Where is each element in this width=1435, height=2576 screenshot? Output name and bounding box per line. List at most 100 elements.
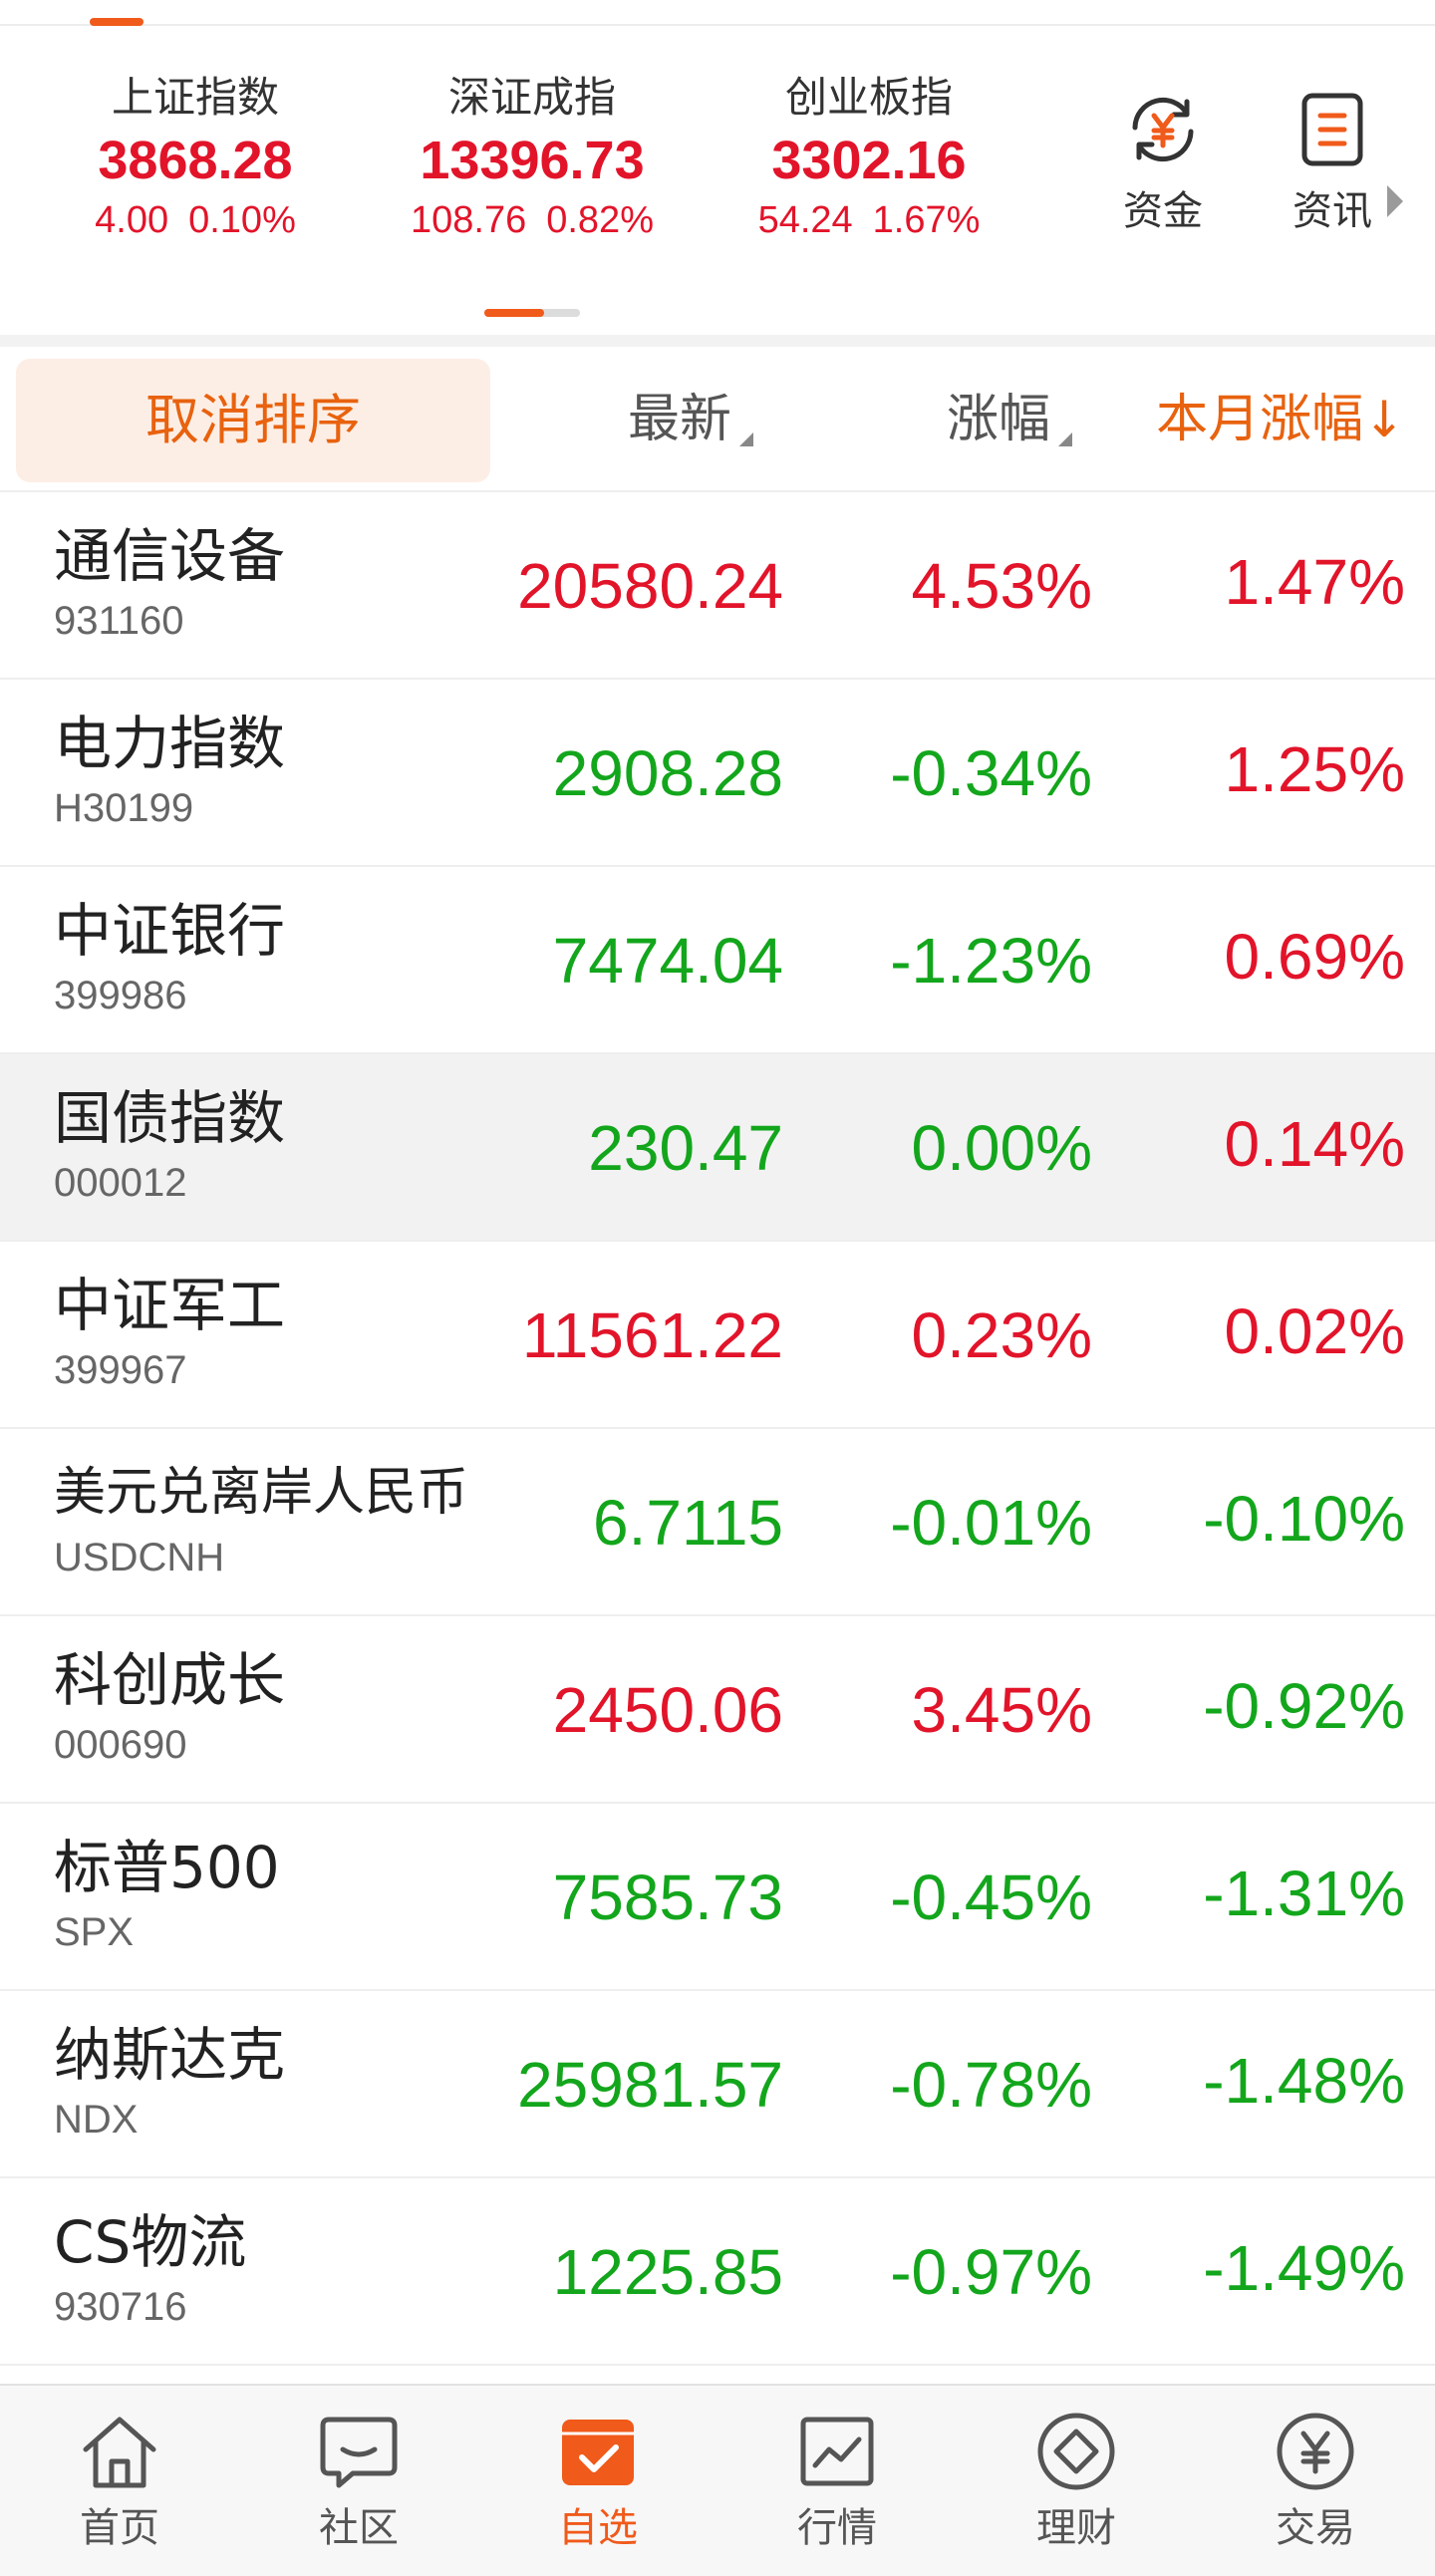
security-name: 科创成长 bbox=[54, 1646, 286, 1714]
table-row[interactable]: 中证军工 399967 11561.22 0.23% 0.02% bbox=[0, 1242, 1435, 1429]
sort-month-change-button[interactable]: 本月涨幅↓ bbox=[1096, 347, 1405, 492]
table-row[interactable]: 美元兑离岸人民币 USDCNH 6.7115 -0.01% -0.10% bbox=[0, 1429, 1435, 1616]
index-value: 13396.73 bbox=[420, 131, 645, 190]
table-row[interactable]: 中证银行 399986 7474.04 -1.23% 0.69% bbox=[0, 867, 1435, 1054]
sort-triangle-icon bbox=[1058, 432, 1072, 446]
latest-price: 6.7115 bbox=[593, 1487, 783, 1559]
security-code: NDX bbox=[54, 2098, 139, 2142]
index-change-pct: 1.67% bbox=[872, 199, 981, 241]
tab-wealth[interactable]: 理财 bbox=[997, 2412, 1156, 2553]
sort-month-label: 本月涨幅 bbox=[1156, 390, 1364, 449]
tab-trade[interactable]: 交易 bbox=[1236, 2412, 1395, 2553]
tab-watchlist[interactable]: 自选 bbox=[518, 2412, 678, 2553]
index-card-shenzhen[interactable]: 深证成指 13396.73 108.76 0.82% bbox=[373, 70, 692, 245]
page-indicator bbox=[484, 309, 580, 317]
funds-label: 资金 bbox=[1123, 188, 1203, 234]
sort-latest-button[interactable]: 最新 bbox=[558, 347, 753, 492]
tab-home[interactable]: 首页 bbox=[40, 2412, 199, 2553]
page-indicator-active bbox=[484, 309, 544, 317]
change-percent: -0.45% bbox=[890, 1861, 1092, 1933]
tab-community[interactable]: 社区 bbox=[279, 2412, 438, 2553]
table-row[interactable]: 科创成长 000690 2450.06 3.45% -0.92% bbox=[0, 1616, 1435, 1804]
security-name: 国债指数 bbox=[54, 1084, 286, 1152]
security-name: 纳斯达克 bbox=[54, 2021, 286, 2089]
security-name: 标普500 bbox=[54, 1834, 280, 1901]
tab-market[interactable]: 行情 bbox=[757, 2412, 917, 2553]
index-name: 创业板指 bbox=[784, 73, 953, 122]
index-card-chinext[interactable]: 创业板指 3302.16 54.24 1.67% bbox=[710, 70, 1028, 245]
security-code: 000012 bbox=[54, 1161, 187, 1205]
yen-exchange-icon bbox=[1132, 97, 1194, 162]
tab-label: 自选 bbox=[558, 2505, 638, 2551]
latest-price: 25981.57 bbox=[517, 2049, 783, 2121]
change-percent: -0.97% bbox=[890, 2236, 1092, 2308]
index-change-points: 108.76 bbox=[411, 199, 527, 241]
change-percent: -1.23% bbox=[890, 925, 1092, 997]
home-icon bbox=[83, 2417, 156, 2488]
security-code: H30199 bbox=[54, 786, 194, 830]
security-name: CS物流 bbox=[54, 2208, 247, 2276]
table-row[interactable]: 国债指数 000012 230.47 0.00% 0.14% bbox=[0, 1054, 1435, 1242]
month-change-percent: 0.14% bbox=[1224, 1108, 1405, 1180]
latest-price: 230.47 bbox=[588, 1112, 783, 1184]
bottom-tab-bar: 首页 社区 自选 行情 理财 交易 bbox=[0, 2384, 1435, 2576]
top-tab-strip bbox=[0, 0, 1435, 26]
news-label: 资讯 bbox=[1292, 188, 1372, 234]
security-name: 中证军工 bbox=[54, 1272, 286, 1339]
table-row[interactable]: 电力指数 H30199 2908.28 -0.34% 1.25% bbox=[0, 680, 1435, 867]
index-name: 深证成指 bbox=[447, 73, 616, 122]
latest-price: 2908.28 bbox=[552, 737, 783, 809]
index-change-pct: 0.10% bbox=[188, 199, 296, 241]
security-code: 930716 bbox=[54, 2285, 187, 2329]
security-name: 中证银行 bbox=[54, 897, 286, 965]
latest-price: 7474.04 bbox=[552, 925, 783, 997]
month-change-percent: -1.48% bbox=[1203, 2045, 1405, 2117]
security-name: 电力指数 bbox=[54, 710, 286, 777]
index-summary-bar: 上证指数 3868.28 4.00 0.10% 深证成指 13396.73 108… bbox=[0, 28, 1435, 335]
month-change-percent: -0.10% bbox=[1203, 1483, 1405, 1555]
funds-button[interactable]: 资金 bbox=[1098, 88, 1228, 237]
security-code: 000690 bbox=[54, 1723, 187, 1767]
latest-price: 2450.06 bbox=[552, 1674, 783, 1746]
month-change-percent: 0.02% bbox=[1224, 1295, 1405, 1367]
change-percent: -0.34% bbox=[890, 737, 1092, 809]
news-icon bbox=[1301, 93, 1363, 166]
cancel-sort-button[interactable]: 取消排序 bbox=[16, 359, 490, 482]
table-row[interactable]: CS物流 930716 1225.85 -0.97% -1.49% bbox=[0, 2178, 1435, 2366]
table-row[interactable]: 标普500 SPX 7585.73 -0.45% -1.31% bbox=[0, 1804, 1435, 1991]
change-percent: -0.01% bbox=[890, 1487, 1092, 1559]
index-value: 3302.16 bbox=[771, 131, 967, 190]
month-change-percent: -1.31% bbox=[1203, 1858, 1405, 1929]
sort-latest-label: 最新 bbox=[627, 390, 731, 449]
chart-icon bbox=[800, 2417, 874, 2486]
scroll-right-icon[interactable] bbox=[1387, 185, 1403, 217]
security-code: 399967 bbox=[54, 1348, 187, 1392]
index-change-points: 54.24 bbox=[757, 199, 853, 241]
table-row[interactable]: 通信设备 931160 20580.24 4.53% 1.47% bbox=[0, 492, 1435, 680]
tab-label: 交易 bbox=[1276, 2505, 1355, 2551]
sort-descending-icon: ↓ bbox=[1363, 391, 1405, 448]
latest-price: 7585.73 bbox=[552, 1861, 783, 1933]
sort-header: 取消排序 最新 涨幅 本月涨幅↓ bbox=[0, 347, 1435, 492]
news-button[interactable]: 资讯 bbox=[1268, 88, 1397, 237]
index-change: 108.76 0.82% bbox=[373, 195, 692, 245]
month-change-percent: -0.92% bbox=[1203, 1670, 1405, 1742]
month-change-percent: -1.49% bbox=[1203, 2232, 1405, 2304]
sort-change-button[interactable]: 涨幅 bbox=[857, 347, 1072, 492]
security-name: 通信设备 bbox=[54, 522, 286, 590]
latest-price: 20580.24 bbox=[517, 550, 783, 622]
sort-change-label: 涨幅 bbox=[946, 390, 1050, 449]
security-code: 399986 bbox=[54, 974, 187, 1017]
index-value: 3868.28 bbox=[98, 131, 293, 190]
top-tab-indicator bbox=[90, 18, 144, 26]
yen-icon bbox=[1277, 2413, 1354, 2490]
chat-icon bbox=[320, 2417, 398, 2488]
index-card-shanghai[interactable]: 上证指数 3868.28 4.00 0.10% bbox=[36, 70, 355, 245]
diamond-icon bbox=[1037, 2413, 1115, 2490]
table-row[interactable]: 纳斯达克 NDX 25981.57 -0.78% -1.48% bbox=[0, 1991, 1435, 2178]
sort-triangle-icon bbox=[739, 432, 753, 446]
month-change-percent: 0.69% bbox=[1224, 921, 1405, 993]
tab-label: 首页 bbox=[80, 2505, 159, 2551]
month-change-percent: 1.25% bbox=[1224, 733, 1405, 805]
latest-price: 11561.22 bbox=[521, 1299, 783, 1371]
